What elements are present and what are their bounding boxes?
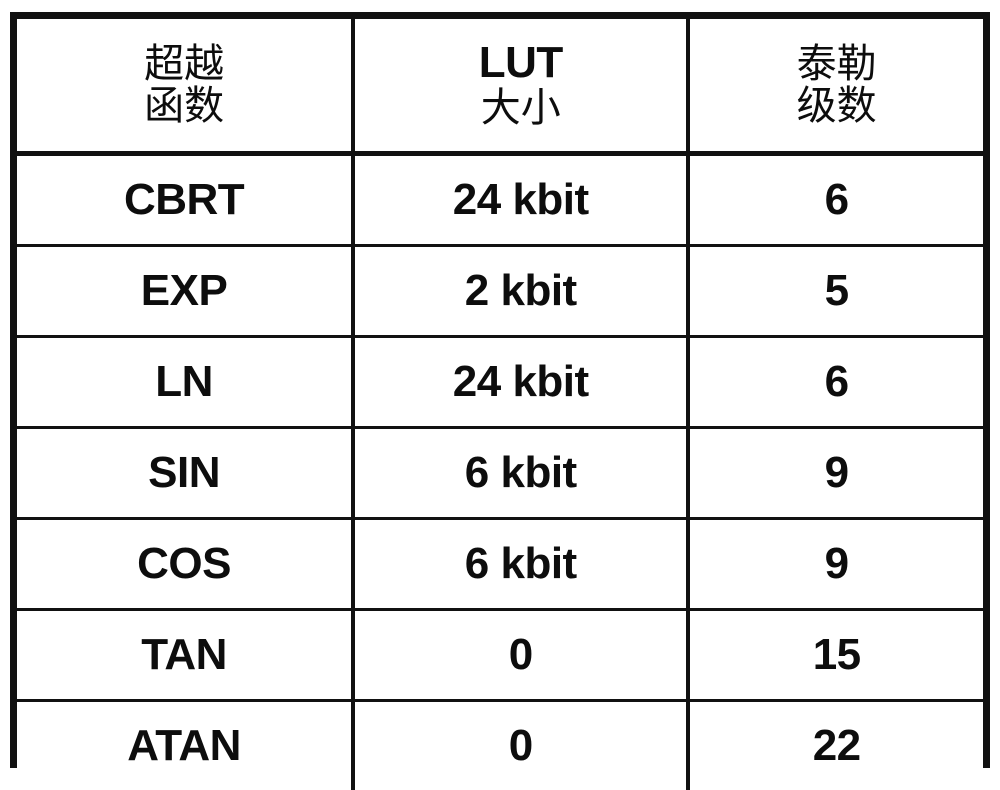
header-row: 超越 函数 LUT 大小 泰勒 级数 (17, 19, 983, 154)
taylor-series-value: 6 (690, 360, 983, 404)
function-name: EXP (17, 269, 351, 313)
cell-lut-size: 6 kbit (353, 519, 688, 610)
cell-function: SIN (17, 428, 353, 519)
taylor-series-value: 5 (690, 269, 983, 313)
table-row: TAN 0 15 (17, 610, 983, 701)
cell-taylor-series: 5 (688, 246, 983, 337)
cell-function: TAN (17, 610, 353, 701)
function-name: CBRT (17, 178, 351, 222)
header-cell-function: 超越 函数 (17, 19, 353, 154)
function-name: SIN (17, 451, 351, 495)
taylor-series-value: 22 (690, 724, 983, 768)
header-taylor-line2: 级数 (690, 85, 983, 127)
table-row: LN 24 kbit 6 (17, 337, 983, 428)
cell-lut-size: 0 (353, 610, 688, 701)
header-function-line2: 函数 (17, 85, 351, 127)
cell-taylor-series: 9 (688, 428, 983, 519)
lut-size-value: 0 (355, 724, 686, 768)
cell-function: EXP (17, 246, 353, 337)
lut-size-value: 6 kbit (355, 451, 686, 495)
function-name: ATAN (17, 724, 351, 768)
taylor-series-value: 6 (690, 178, 983, 222)
taylor-series-value: 15 (690, 633, 983, 677)
transcendental-function-table: 超越 函数 LUT 大小 泰勒 级数 (17, 19, 983, 790)
taylor-series-value: 9 (690, 542, 983, 586)
header-function-line1: 超越 (17, 43, 351, 85)
cell-function: COS (17, 519, 353, 610)
cell-function: ATAN (17, 701, 353, 790)
table-header: 超越 函数 LUT 大小 泰勒 级数 (17, 19, 983, 154)
table-container: 超越 函数 LUT 大小 泰勒 级数 (10, 12, 990, 768)
cell-lut-size: 24 kbit (353, 337, 688, 428)
cell-function: LN (17, 337, 353, 428)
cell-taylor-series: 9 (688, 519, 983, 610)
lut-size-value: 6 kbit (355, 542, 686, 586)
header-cell-taylor-series: 泰勒 级数 (688, 19, 983, 154)
function-name: COS (17, 542, 351, 586)
lut-size-value: 0 (355, 633, 686, 677)
cell-taylor-series: 15 (688, 610, 983, 701)
lut-size-value: 2 kbit (355, 269, 686, 313)
header-lut-stack: LUT 大小 (355, 40, 686, 129)
table-row: ATAN 0 22 (17, 701, 983, 790)
cell-function: CBRT (17, 154, 353, 246)
cell-taylor-series: 22 (688, 701, 983, 790)
cell-lut-size: 0 (353, 701, 688, 790)
table-row: SIN 6 kbit 9 (17, 428, 983, 519)
header-function-stack: 超越 函数 (17, 43, 351, 128)
header-lut-line2: 大小 (355, 87, 686, 129)
cell-taylor-series: 6 (688, 154, 983, 246)
function-name: LN (17, 360, 351, 404)
cell-lut-size: 6 kbit (353, 428, 688, 519)
table-body: CBRT 24 kbit 6 EXP 2 kbit 5 LN 24 kbit 6… (17, 154, 983, 790)
taylor-series-value: 9 (690, 451, 983, 495)
cell-taylor-series: 6 (688, 337, 983, 428)
function-name: TAN (17, 633, 351, 677)
header-taylor-line1: 泰勒 (690, 43, 983, 85)
lut-size-value: 24 kbit (355, 178, 686, 222)
header-taylor-stack: 泰勒 级数 (690, 43, 983, 128)
table-row: CBRT 24 kbit 6 (17, 154, 983, 246)
table-row: COS 6 kbit 9 (17, 519, 983, 610)
header-lut-line1: LUT (355, 40, 686, 87)
header-cell-lut-size: LUT 大小 (353, 19, 688, 154)
table-row: EXP 2 kbit 5 (17, 246, 983, 337)
cell-lut-size: 2 kbit (353, 246, 688, 337)
page-canvas: 超越 函数 LUT 大小 泰勒 级数 (0, 0, 1000, 773)
lut-size-value: 24 kbit (355, 360, 686, 404)
cell-lut-size: 24 kbit (353, 154, 688, 246)
